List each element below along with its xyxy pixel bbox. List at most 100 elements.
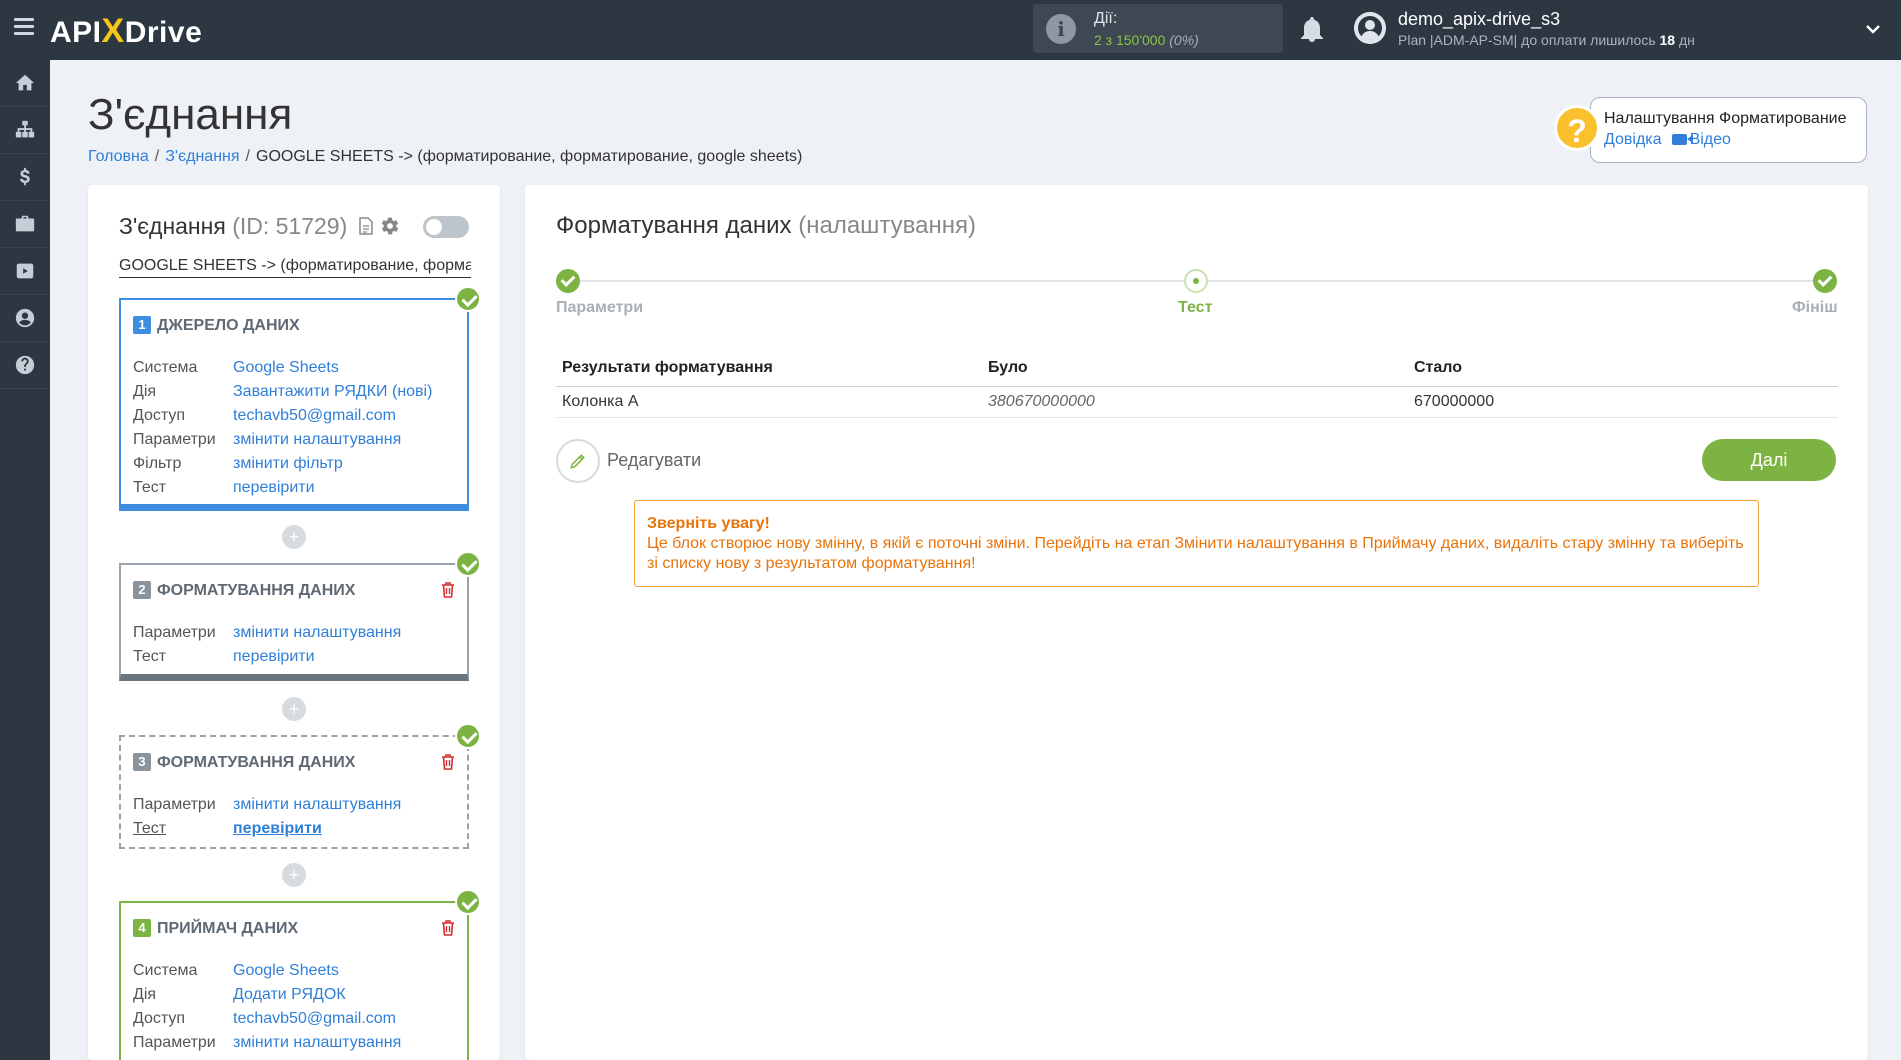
step-test-dot [1184, 269, 1208, 293]
help-links: Довідка Відео [1604, 131, 1731, 149]
step-finish-label[interactable]: Фініш [1792, 299, 1838, 317]
table-row: Колонка А 380670000000 670000000 [556, 386, 1838, 418]
sidebar-item-account[interactable] [0, 295, 50, 342]
test-link[interactable]: перевірити [233, 648, 315, 665]
table-cell: 380670000000 [982, 386, 1408, 418]
block-row: Дія Додати РЯДОК [133, 986, 346, 1003]
action-link[interactable]: Додати РЯДОК [233, 986, 346, 1003]
block-row: Система Google Sheets [133, 962, 339, 979]
help-video-link[interactable]: Відео [1690, 131, 1731, 148]
step-params-dot[interactable] [556, 269, 580, 293]
menu-icon[interactable] [14, 18, 34, 35]
pencil-icon [570, 454, 585, 469]
system-link[interactable]: Google Sheets [233, 962, 339, 979]
add-block-button[interactable]: + [282, 863, 306, 887]
params-link[interactable]: змінити налаштування [233, 1034, 401, 1051]
help-icon [15, 355, 35, 375]
filter-link[interactable]: змінити фільтр [233, 455, 343, 472]
edit-button[interactable] [556, 439, 600, 483]
test-link[interactable]: перевірити [233, 820, 322, 837]
breadcrumb-connections[interactable]: З'єднання [165, 148, 239, 165]
home-icon [15, 74, 35, 91]
block-row: Параметри змінити налаштування [133, 796, 402, 813]
warning-text: Це блок створює нову змінну, в якій є по… [647, 535, 1744, 572]
help-docs-link[interactable]: Довідка [1604, 131, 1662, 148]
avatar[interactable] [1354, 12, 1386, 44]
bell-icon[interactable] [1300, 16, 1324, 42]
plan-info: Plan |ADM-AP-SM| до оплати лишилось 18 д… [1398, 32, 1695, 48]
gear-icon[interactable] [380, 216, 400, 236]
connection-toggle[interactable] [423, 216, 469, 238]
connection-title: З'єднання (ID: 51729) [119, 213, 348, 239]
block-row: Доступ techavb50@gmail.com [133, 1010, 396, 1027]
access-link[interactable]: techavb50@gmail.com [233, 407, 396, 424]
params-link[interactable]: змінити налаштування [233, 796, 401, 813]
sidebar-item-services[interactable] [0, 201, 50, 248]
connection-subtitle: GOOGLE SHEETS -> (форматирование, формат… [119, 257, 471, 278]
panel-title: Форматування даних (налаштування) [556, 212, 977, 239]
column-header: Стало [1408, 350, 1838, 387]
user-name[interactable]: demo_apix-drive_s3 [1398, 9, 1560, 30]
check-icon [455, 286, 481, 312]
block-row: Фільтр змінити фільтр [133, 455, 343, 472]
test-link[interactable]: перевірити [233, 479, 315, 496]
trash-icon[interactable] [441, 920, 455, 936]
params-link[interactable]: змінити налаштування [233, 624, 401, 641]
breadcrumb: Головна / З'єднання / GOOGLE SHEETS -> (форм… [88, 148, 803, 165]
video-camera-icon [1671, 134, 1693, 146]
breadcrumb-home[interactable]: Головна [88, 148, 149, 165]
formatting-panel: Форматування даних (налаштування) Параме… [525, 185, 1868, 1060]
briefcase-icon [15, 215, 35, 232]
block-title: 4 ПРИЙМАЧ ДАНИХ [133, 919, 298, 938]
add-block-button[interactable]: + [282, 525, 306, 549]
help-title: Налаштування Форматирование [1604, 110, 1847, 127]
info-icon: i [1046, 14, 1076, 44]
sidebar-item-video[interactable] [0, 248, 50, 295]
edit-label[interactable]: Редагувати [607, 450, 701, 471]
column-header: Було [982, 350, 1408, 387]
block-row: Параметри змінити налаштування [133, 431, 402, 448]
logo[interactable]: APIXDrive [50, 12, 202, 51]
actions-label: Дії: [1094, 10, 1118, 27]
breadcrumb-current: GOOGLE SHEETS -> (форматирование, формат… [256, 148, 803, 165]
add-block-button[interactable]: + [282, 697, 306, 721]
step-params-label[interactable]: Параметри [556, 299, 643, 317]
step-finish-dot[interactable] [1813, 269, 1837, 293]
sidebar-item-billing[interactable] [0, 154, 50, 201]
access-link[interactable]: techavb50@gmail.com [233, 1010, 396, 1027]
youtube-icon [16, 263, 34, 279]
block-source[interactable]: 1 ДЖЕРЕЛО ДАНИХ Система Google Sheets Дія З… [119, 286, 481, 511]
actions-counter: i Дії: 2 з 150'000 (0%) [1033, 4, 1283, 53]
params-link[interactable]: змінити налаштування [233, 431, 401, 448]
step-test-label: Тест [1178, 299, 1213, 316]
sidebar [0, 60, 50, 1060]
block-row: Тест перевірити [133, 820, 322, 837]
dollar-icon [20, 167, 30, 186]
system-link[interactable]: Google Sheets [233, 359, 339, 376]
block-destination[interactable]: 4 ПРИЙМАЧ ДАНИХ Система Google Sheets Дія Д… [119, 889, 481, 1060]
block-formatting-1[interactable]: 2 ФОРМАТУВАННЯ ДАНИХ Параметри змінити нал… [119, 551, 481, 681]
warning-box: Зверніть увагу! Це блок створює нову змі… [634, 500, 1759, 587]
trash-icon[interactable] [441, 582, 455, 598]
check-icon [455, 551, 481, 577]
block-row: Параметри змінити налаштування [133, 1034, 402, 1051]
sidebar-item-help[interactable] [0, 342, 50, 389]
question-icon[interactable]: ? [1554, 105, 1600, 151]
document-icon[interactable] [359, 217, 373, 235]
block-title: 1 ДЖЕРЕЛО ДАНИХ [133, 316, 300, 335]
next-button[interactable]: Далі [1702, 439, 1836, 481]
chevron-down-icon[interactable] [1866, 22, 1880, 36]
trash-icon[interactable] [441, 754, 455, 770]
sidebar-item-connections[interactable] [0, 107, 50, 154]
column-header: Результати форматування [556, 350, 982, 387]
connection-panel: З'єднання (ID: 51729) GOOGLE SHEETS -> (… [88, 185, 500, 1060]
block-row: Система Google Sheets [133, 359, 339, 376]
help-box: Налаштування Форматирование Довідка Відео [1590, 97, 1867, 163]
block-row: Доступ techavb50@gmail.com [133, 407, 396, 424]
block-formatting-2[interactable]: 3 ФОРМАТУВАННЯ ДАНИХ Параметри змінити нал… [119, 723, 481, 849]
sitemap-icon [15, 120, 35, 138]
table-cell: Колонка А [556, 386, 982, 418]
block-row: Тест перевірити [133, 479, 315, 496]
sidebar-item-home[interactable] [0, 60, 50, 107]
action-link[interactable]: Завантажити РЯДКИ (нові) [233, 383, 432, 400]
